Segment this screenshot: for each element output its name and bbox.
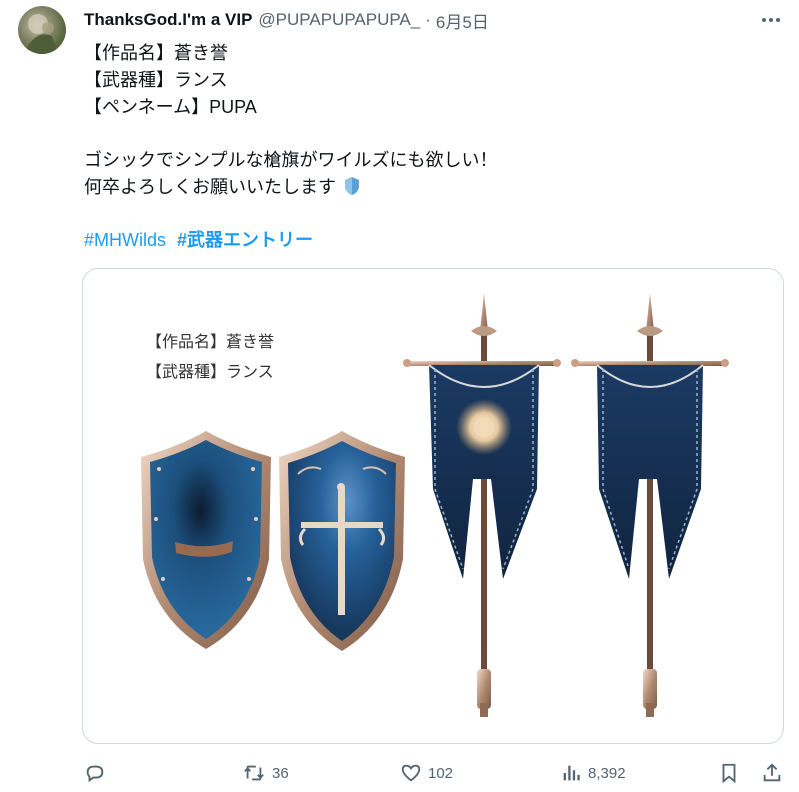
more-button[interactable] bbox=[756, 8, 786, 32]
banner-lance-sun bbox=[403, 293, 561, 717]
display-name[interactable]: ThanksGod.I'm a VIP bbox=[84, 10, 252, 30]
user-handle[interactable]: @PUPAPUPAPUPA_ bbox=[258, 10, 420, 30]
tweet-line: 【ペンネーム】PUPA bbox=[84, 97, 257, 117]
more-icon bbox=[762, 18, 780, 22]
avatar[interactable] bbox=[18, 6, 66, 54]
banner-lance-plain bbox=[571, 293, 729, 717]
like-count: 102 bbox=[428, 764, 454, 782]
action-bar: 36 102 8,392 bbox=[84, 758, 784, 788]
hashtag-link[interactable]: #MHWilds bbox=[84, 230, 166, 250]
tweet-line: ゴシックでシンプルな槍旗がワイルズにも欲しい！ bbox=[84, 150, 498, 170]
views-icon bbox=[563, 765, 580, 781]
retweet-count: 36 bbox=[272, 764, 289, 782]
reply-icon bbox=[86, 765, 104, 783]
bookmark-icon bbox=[722, 763, 736, 784]
like-button[interactable]: 102 bbox=[400, 758, 453, 788]
views-count: 8,392 bbox=[588, 764, 626, 782]
tweet-line: 【作品名】蒼き誉 bbox=[84, 43, 228, 63]
tweet-line-text: 何卒よろしくお願いいたします bbox=[84, 177, 336, 197]
tweet-line: 何卒よろしくお願いいたします bbox=[84, 174, 497, 201]
views-button[interactable]: 8,392 bbox=[560, 758, 626, 788]
tweet-header: ThanksGod.I'm a VIP @PUPAPUPAPUPA_ · 6月5… bbox=[84, 8, 489, 32]
share-button[interactable] bbox=[761, 758, 783, 788]
bookmark-button[interactable] bbox=[718, 758, 740, 788]
shield-cross bbox=[279, 431, 405, 651]
retweet-button[interactable]: 36 bbox=[242, 758, 289, 788]
avatar-image bbox=[24, 14, 58, 54]
media-card[interactable]: 【作品名】蒼き誉 【武器種】ランス bbox=[82, 268, 784, 744]
heart-icon bbox=[401, 764, 421, 782]
share-icon bbox=[763, 763, 781, 782]
hashtag-link[interactable]: #武器エントリー bbox=[177, 230, 313, 250]
retweet-icon bbox=[244, 765, 264, 781]
tweet-line: 【武器種】ランス bbox=[84, 70, 228, 90]
hashtags: #MHWilds #武器エントリー bbox=[84, 227, 497, 254]
reply-button[interactable] bbox=[84, 758, 106, 788]
tweet-text: 【作品名】蒼き誉 【武器種】ランス 【ペンネーム】PUPA ゴシックでシンプルな… bbox=[84, 40, 497, 254]
tweet-date[interactable]: 6月5日 bbox=[436, 8, 489, 33]
header-separator: · bbox=[425, 10, 431, 29]
shield-emoji-icon bbox=[345, 177, 360, 195]
shield-plain bbox=[141, 431, 271, 649]
weapon-artwork bbox=[141, 293, 729, 717]
